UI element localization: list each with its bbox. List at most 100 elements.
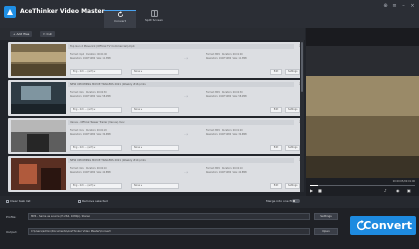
clear-task-list-label: Clear task list <box>10 199 31 203</box>
playback-time: 00:00:05/00:01:00 <box>392 180 415 183</box>
list-actions-bar: Clear task list Remove selected Merge in… <box>0 196 419 208</box>
edit-button[interactable]: Edit <box>270 145 282 151</box>
settings-button[interactable]: Settings <box>285 69 300 75</box>
playback-progress-bar[interactable] <box>310 185 415 186</box>
output-path-field[interactable]: C:\Users\admin\Documents\AceThinker Vide… <box>28 228 310 235</box>
file-row[interactable]: Venus - Official Teaser Trailer (Venus).… <box>8 118 304 154</box>
source-size: Size: 11.3MB <box>96 57 111 60</box>
menu-icon[interactable]: ≡ <box>392 4 397 9</box>
edit-button[interactable]: Edit <box>270 107 282 113</box>
source-info: Format: mkv Duration: 00:02:30 Resolutio… <box>70 91 111 99</box>
toggle-knob <box>293 200 295 202</box>
output-info: Format: MP4 Duration: 00:02:10 Resolutio… <box>206 167 247 175</box>
video-thumbnail <box>11 44 66 76</box>
output-size: Size: 58.2MB <box>232 95 247 98</box>
profile-settings-button[interactable]: Settings <box>314 213 338 220</box>
volume-icon[interactable]: ♪ <box>384 188 387 193</box>
edit-button[interactable]: Edit <box>270 69 282 75</box>
folder-icon[interactable]: ▣ <box>407 188 411 193</box>
minimize-icon[interactable]: – <box>401 4 406 9</box>
cut-label: Cut <box>46 32 52 36</box>
settings-button[interactable]: Settings <box>285 107 300 113</box>
video-thumbnail <box>11 158 66 190</box>
output-label: Output: <box>6 230 18 234</box>
audio-select[interactable]: None ▾ <box>131 183 179 189</box>
tab-split-screen[interactable]: Split Screen <box>138 10 170 28</box>
audio-select[interactable]: None ▾ <box>131 145 179 151</box>
source-resolution: Resolution: 1920*1080 <box>70 171 96 174</box>
source-info: Format: mkv Duration: 00:02:10 Resolutio… <box>70 167 111 175</box>
subtitle-value: Eng - 2ch ... (ac3) <box>73 146 94 149</box>
toolbar: + Add files ✂ Cut <box>0 28 305 40</box>
settings-button[interactable]: Settings <box>285 183 300 189</box>
output-resolution: Resolution: 1920*1080 <box>206 133 232 136</box>
snapshot-icon[interactable]: ◉ <box>396 188 400 193</box>
tab-convert[interactable]: Convert <box>104 10 136 28</box>
add-files-button[interactable]: + Add files <box>10 31 33 37</box>
app-logo-icon <box>4 6 16 18</box>
title-bar: AceThinker Video Master Convert Split Sc… <box>0 0 419 28</box>
file-row[interactable]: NEW UPCOMING MOVIE TRAILERS 2021 (Weekly… <box>8 80 304 116</box>
audio-value: None <box>134 108 140 111</box>
source-size: Size: 34.6MB <box>96 133 111 136</box>
audio-value: None <box>134 184 140 187</box>
open-folder-button[interactable]: Open <box>314 228 338 235</box>
source-info: Format: mp4 Duration: 00:01:00 Resolutio… <box>70 53 111 61</box>
playback-controls: 00:00:05/00:01:00 ▶ ■ ♪ ◉ ▣ <box>306 178 419 196</box>
convert-button[interactable]: Convert <box>350 216 416 235</box>
file-title: Top Gun 2 Maverick (Official TV Commerci… <box>68 44 294 49</box>
convert-label: Convert <box>363 219 412 232</box>
refresh-icon <box>117 11 123 18</box>
cart-icon[interactable]: ⊕ <box>383 4 388 9</box>
app-title: AceThinker Video Master <box>20 8 105 15</box>
subtitle-value: Eng - 2ch ... (ac3) <box>73 184 94 187</box>
file-row[interactable]: Top Gun 2 Maverick (Official TV Commerci… <box>8 42 304 78</box>
output-size: Size: 11.3MB <box>232 57 247 60</box>
clear-task-list-button[interactable]: Clear task list <box>6 199 30 203</box>
window-controls: ⊕ ≡ – × <box>383 4 415 9</box>
subtitle-select[interactable]: Eng - 2ch ... (ac3) ▾ <box>70 183 122 189</box>
source-info: Format: mov Duration: 00:01:20 Resolutio… <box>70 129 111 137</box>
preview-panel <box>306 28 419 196</box>
source-resolution: Resolution: 1920*1080 <box>70 57 96 60</box>
file-title: NEW UPCOMING MOVIE TRAILERS 2021 (Weekly… <box>68 158 294 163</box>
subtitle-select[interactable]: Eng - 2ch ... (ac3) ▾ <box>70 145 122 151</box>
trash-icon <box>6 199 9 203</box>
edit-button[interactable]: Edit <box>270 183 282 189</box>
close-icon[interactable]: × <box>410 4 415 9</box>
tab-convert-label: Convert <box>114 19 126 23</box>
subtitle-select[interactable]: Eng - 2ch ... (ac3) ▾ <box>70 69 122 75</box>
profile-select[interactable]: MP4 - Same as source (H.264, 1080p), Ste… <box>28 213 310 220</box>
play-icon[interactable]: ▶ <box>310 188 313 193</box>
cut-button[interactable]: ✂ Cut <box>40 31 55 37</box>
merge-label: Merge into one file <box>266 199 295 203</box>
stop-icon[interactable]: ■ <box>318 188 322 193</box>
video-thumbnail <box>11 82 66 114</box>
remove-icon <box>78 199 81 203</box>
merge-toggle[interactable] <box>292 199 300 203</box>
arrow-right-icon: ⇢ <box>184 56 189 62</box>
source-resolution: Resolution: 1920*1080 <box>70 95 96 98</box>
subtitle-value: Eng - 2ch ... (ac3) <box>73 70 94 73</box>
output-resolution: Resolution: 1920*1080 <box>206 95 232 98</box>
playback-progress-fill <box>310 185 319 186</box>
split-screen-icon <box>150 10 158 17</box>
scrollbar-thumb[interactable] <box>301 42 303 92</box>
file-title: NEW UPCOMING MOVIE TRAILERS 2021 (Weekly… <box>68 82 294 87</box>
audio-select[interactable]: None ▾ <box>131 107 179 113</box>
audio-select[interactable]: None ▾ <box>131 69 179 75</box>
settings-button[interactable]: Settings <box>285 145 300 151</box>
file-list-scrollbar[interactable] <box>300 40 304 192</box>
output-info: Format: MP4 Duration: 00:01:20 Resolutio… <box>206 129 247 137</box>
audio-value: None <box>134 70 140 73</box>
output-size: Size: 42.8MB <box>232 171 247 174</box>
remove-selected-button[interactable]: Remove selected <box>78 199 108 203</box>
preview-frame <box>306 46 419 196</box>
tab-split-screen-label: Split Screen <box>145 18 163 22</box>
add-files-label: Add files <box>16 32 30 36</box>
output-resolution: Resolution: 1920*1080 <box>206 171 232 174</box>
file-list: Top Gun 2 Maverick (Official TV Commerci… <box>8 40 304 192</box>
refresh-icon <box>356 220 367 231</box>
file-row[interactable]: NEW UPCOMING MOVIE TRAILERS 2021 (Weekly… <box>8 156 304 192</box>
subtitle-select[interactable]: Eng - 2ch ... (ac3) ▾ <box>70 107 122 113</box>
